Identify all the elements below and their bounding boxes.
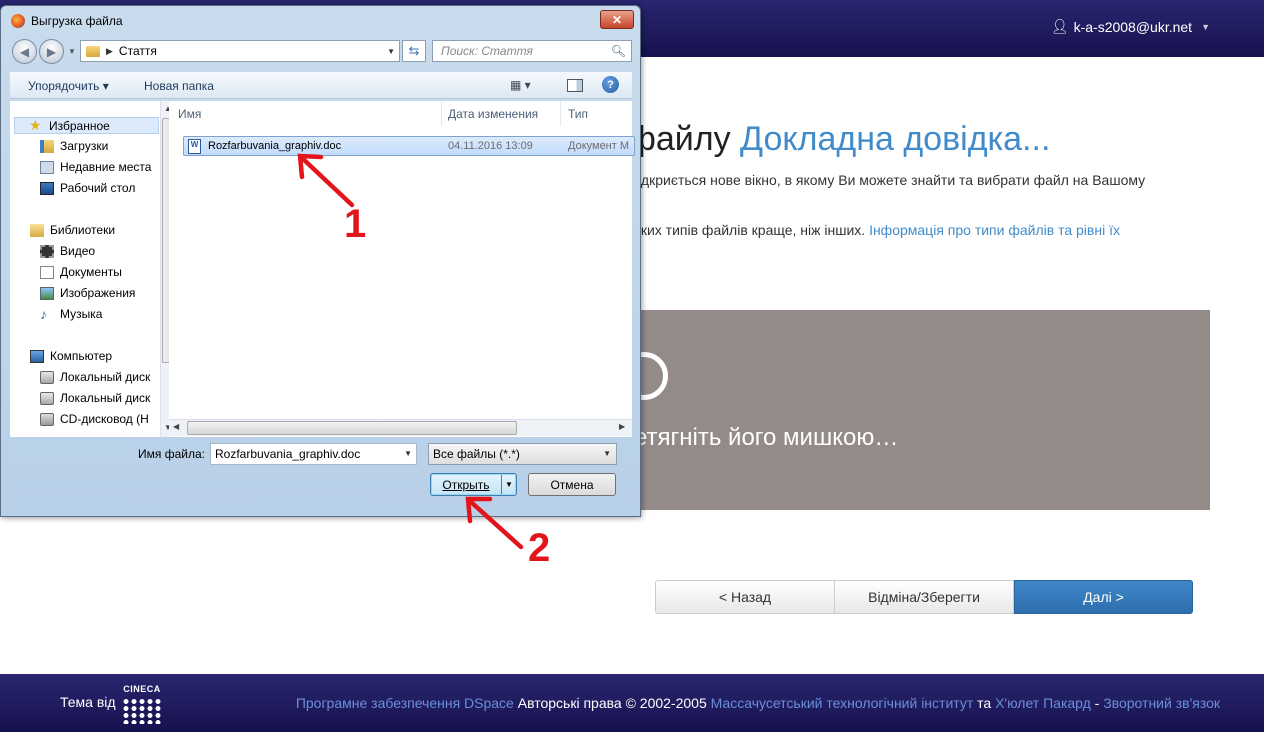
disk-icon — [40, 370, 54, 384]
theme-label: Тема від — [60, 694, 116, 710]
open-button[interactable]: Открыть ▼ — [430, 473, 517, 496]
column-date[interactable]: Дата изменения — [439, 101, 561, 126]
scroll-right-icon[interactable]: ▶ — [619, 422, 625, 431]
filetypes-text: ст деяких типів файлів краще, ніж інших.… — [600, 222, 1120, 238]
annotation-step-1: 1 — [344, 202, 367, 246]
user-icon: 👤︎ — [1050, 18, 1069, 34]
dialog-cancel-button[interactable]: Отмена — [528, 473, 616, 496]
cd-drive-icon — [40, 412, 54, 426]
filename-input[interactable]: Rozfarbuvania_graphiv.doc ▼ — [210, 443, 417, 465]
file-type: Документ M — [568, 140, 630, 152]
nav-item-images[interactable]: Изображения — [40, 286, 135, 300]
music-icon: ♪ — [40, 305, 47, 322]
open-options-dropdown-icon[interactable]: ▼ — [501, 475, 516, 494]
instructions-text: “, то відкриється нове вікно, в якому Ви… — [600, 172, 1146, 188]
filetypes-info-link[interactable]: Інформація про типи файлів та рівні їх — [869, 222, 1120, 238]
star-icon: ★ — [29, 117, 42, 133]
nav-item-music[interactable]: ♪ Музыка — [40, 305, 102, 322]
file-date: 04.11.2016 13:09 — [448, 140, 533, 152]
nav-item-computer[interactable]: Компьютер — [30, 349, 112, 363]
address-folder: Стаття — [118, 44, 157, 58]
dialog-toolbar: Упорядочить ▾ Новая папка ▦ ▾ ? — [10, 72, 632, 99]
hp-link[interactable]: Х'юлет Пакард — [995, 695, 1091, 711]
user-email: k-a-s2008@ukr.net — [1073, 18, 1193, 35]
nav-item-video[interactable]: Видео — [40, 244, 95, 258]
chevron-down-icon[interactable]: ▼ — [404, 449, 412, 458]
views-button[interactable]: ▦ ▾ — [510, 78, 531, 92]
nav-item-desktop[interactable]: Рабочий стол — [40, 181, 135, 195]
help-link[interactable]: Докладна довідка... — [740, 120, 1050, 158]
nav-item-cdrom[interactable]: CD-дисковод (H — [40, 412, 149, 426]
folder-icon — [86, 45, 100, 57]
back-button[interactable]: < Назад — [655, 580, 835, 614]
wizard-buttons: < Назад Відміна/Зберегти Далі > — [655, 580, 1193, 614]
nav-item-disk1[interactable]: Локальный диск — [40, 370, 150, 384]
scroll-left-icon[interactable]: ◀ — [173, 422, 179, 431]
file-dropzone[interactable]: етягніть його мишкою… — [600, 310, 1210, 510]
nav-item-disk2[interactable]: Локальный диск — [40, 391, 150, 405]
file-list: Имя Дата изменения Тип W Rozfarbuvania_g… — [169, 101, 635, 437]
nav-item-favorites[interactable]: ★ Избранное — [14, 117, 159, 134]
nav-item-recent[interactable]: Недавние места — [40, 160, 151, 174]
navigation-pane: ★ Избранное Загрузки Недавние места Рабоч… — [10, 101, 176, 437]
computer-icon — [30, 349, 44, 363]
file-name: Rozfarbuvania_graphiv.doc — [208, 140, 342, 152]
filename-label: Имя файла: — [138, 447, 205, 461]
navigation-bar: ◀ ▶ ▼ ▶ Стаття ▼ ⇆ Поиск: Стаття 🔍︎ — [10, 39, 632, 64]
dspace-link[interactable]: Програмне забезпечення DSpace — [296, 695, 514, 711]
cancel-save-button[interactable]: Відміна/Зберегти — [835, 580, 1014, 614]
recent-places-icon — [40, 160, 54, 174]
word-document-icon: W — [188, 138, 201, 154]
caret-down-icon: ▼ — [1201, 21, 1210, 32]
desktop-icon — [40, 181, 54, 195]
next-button[interactable]: Далі > — [1014, 580, 1193, 614]
disk-icon — [40, 391, 54, 405]
cineca-logo[interactable]: CINECA — [120, 680, 164, 726]
chevron-down-icon[interactable]: ▼ — [603, 449, 611, 458]
footer: Тема від CINECA Програмне забезпечення D… — [0, 674, 1264, 732]
close-button[interactable]: ✕ — [600, 10, 634, 29]
history-dropdown-icon[interactable]: ▼ — [68, 47, 76, 56]
nav-item-downloads[interactable]: Загрузки — [40, 139, 108, 153]
libraries-icon — [30, 223, 44, 237]
search-icon[interactable]: 🔍︎ — [611, 44, 626, 58]
file-list-scrollbar[interactable]: ◀ ▶ — [169, 419, 632, 436]
footer-links: Програмне забезпечення DSpace Авторські … — [295, 695, 1220, 711]
annotation-step-2: 2 — [528, 526, 551, 570]
user-menu[interactable]: 👤︎ k-a-s2008@ukr.net ▼ — [1051, 18, 1210, 35]
nav-item-libraries[interactable]: Библиотеки — [30, 223, 115, 237]
column-name[interactable]: Имя — [169, 101, 442, 126]
downloads-folder-icon — [40, 139, 54, 153]
nav-item-documents[interactable]: Документы — [40, 265, 122, 279]
preview-pane-icon[interactable] — [567, 79, 583, 92]
documents-icon — [40, 265, 54, 279]
firefox-icon — [11, 14, 25, 28]
chevron-right-icon: ▶ — [106, 45, 113, 56]
mit-link[interactable]: Массачусетський технологічний інститут — [711, 695, 974, 711]
scroll-thumb[interactable] — [187, 421, 517, 435]
feedback-link[interactable]: Зворотний зв'язок — [1103, 695, 1220, 711]
new-folder-button[interactable]: Новая папка — [144, 79, 214, 93]
organize-button[interactable]: Упорядочить ▾ — [28, 79, 109, 93]
file-upload-dialog: Выгрузка файла ✕ ◀ ▶ ▼ ▶ Стаття ▼ ⇆ Поис… — [0, 5, 641, 517]
help-icon[interactable]: ? — [602, 76, 619, 93]
dropzone-text: етягніть його мишкою… — [634, 424, 899, 451]
images-icon — [40, 286, 54, 300]
forward-arrow-icon[interactable]: ▶ — [39, 39, 64, 64]
address-bar[interactable]: ▶ Стаття ▼ — [80, 40, 400, 62]
back-arrow-icon[interactable]: ◀ — [12, 39, 37, 64]
file-row[interactable]: W Rozfarbuvania_graphiv.doc 04.11.2016 1… — [183, 136, 635, 156]
refresh-icon[interactable]: ⇆ — [402, 40, 426, 62]
search-input[interactable]: Поиск: Стаття 🔍︎ — [432, 40, 632, 62]
column-type[interactable]: Тип — [559, 101, 632, 126]
chevron-down-icon[interactable]: ▼ — [387, 47, 395, 56]
page-title: я файлу Докладна довідка... — [600, 120, 1051, 158]
dialog-title: Выгрузка файла — [11, 14, 123, 28]
filetype-select[interactable]: Все файлы (*.*) ▼ — [428, 443, 617, 465]
video-icon — [40, 244, 54, 258]
